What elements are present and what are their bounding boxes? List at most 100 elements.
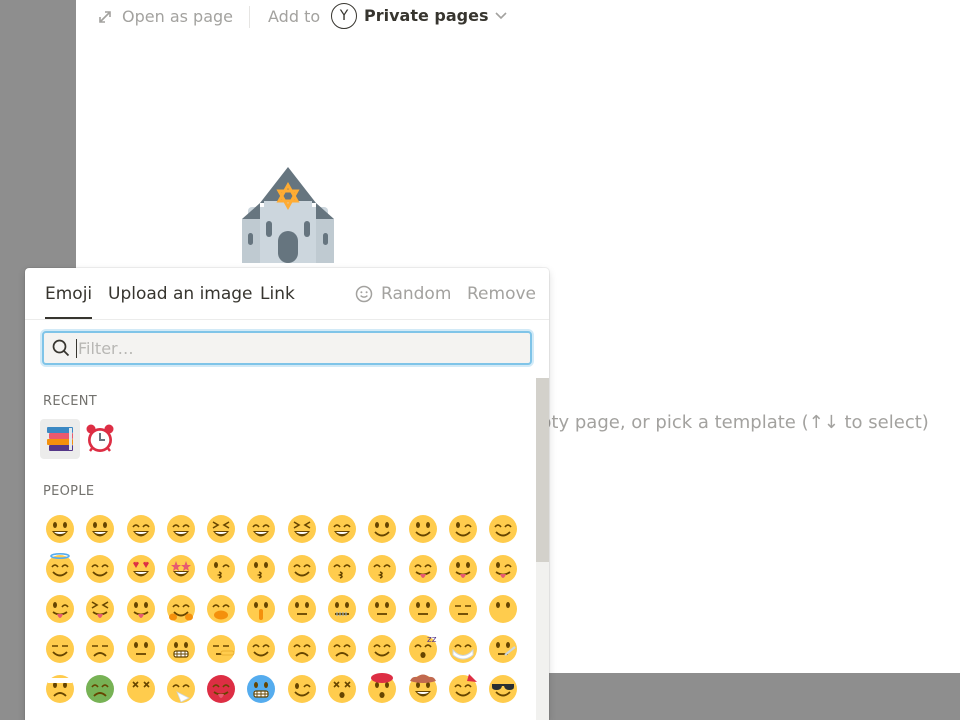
sneezing-icon bbox=[166, 675, 195, 703]
emoji-relieved[interactable] bbox=[241, 629, 281, 669]
emoji-woozy[interactable] bbox=[282, 669, 322, 709]
emoji-money-mouth[interactable] bbox=[121, 589, 161, 629]
emoji-cold[interactable] bbox=[241, 669, 281, 709]
emoji-grinning[interactable] bbox=[40, 509, 80, 549]
rolling-eyes-icon bbox=[126, 635, 155, 663]
nauseated-icon bbox=[86, 675, 115, 703]
sleepy-icon bbox=[328, 635, 357, 663]
emoji-sunglasses[interactable] bbox=[483, 669, 523, 709]
emoji-sleeping[interactable]: zz bbox=[403, 629, 443, 669]
emoji-pensive[interactable] bbox=[282, 629, 322, 669]
no-mouth-icon bbox=[489, 595, 518, 623]
emoji-kissing-smiling-eyes[interactable] bbox=[362, 549, 402, 589]
emoji-smiley[interactable] bbox=[80, 509, 120, 549]
tab-link[interactable]: Link bbox=[260, 284, 295, 304]
emoji-thermometer[interactable] bbox=[483, 629, 523, 669]
relieved-icon bbox=[247, 635, 276, 663]
emoji-rolling-eyes[interactable] bbox=[121, 629, 161, 669]
emoji-sleepy[interactable] bbox=[322, 629, 362, 669]
emoji-cowboy[interactable] bbox=[403, 669, 443, 709]
svg-text:zz: zz bbox=[427, 635, 437, 645]
kissing-heart-icon bbox=[207, 555, 236, 583]
emoji-joy[interactable] bbox=[322, 509, 362, 549]
emoji-kissing-heart[interactable] bbox=[201, 549, 241, 589]
emoji-rofl[interactable] bbox=[282, 509, 322, 549]
emoji-smile[interactable] bbox=[121, 509, 161, 549]
emoji-innocent[interactable] bbox=[40, 549, 80, 589]
emoji-head-bandage[interactable] bbox=[40, 669, 80, 709]
open-as-page-button[interactable]: Open as page bbox=[98, 7, 233, 26]
scrollbar[interactable] bbox=[536, 378, 549, 720]
laughing-icon bbox=[207, 515, 236, 543]
emoji-grin[interactable] bbox=[161, 509, 201, 549]
emoji-kissing-closed-eyes[interactable] bbox=[322, 549, 362, 589]
emoji-heart-eyes[interactable] bbox=[121, 549, 161, 589]
neutral-icon bbox=[408, 595, 437, 623]
recent-section-label: RECENT bbox=[43, 394, 98, 409]
emoji-vomiting[interactable] bbox=[121, 669, 161, 709]
thinking-icon bbox=[287, 595, 316, 623]
emoji-upside-down[interactable] bbox=[403, 509, 443, 549]
emoji-winking-tongue[interactable] bbox=[483, 549, 523, 589]
emoji-sneezing[interactable] bbox=[161, 669, 201, 709]
zany-icon bbox=[46, 595, 74, 623]
grin-icon bbox=[166, 515, 195, 543]
emoji-smiling-hearts[interactable] bbox=[80, 549, 120, 589]
emoji-blush[interactable] bbox=[483, 509, 523, 549]
grinning-icon bbox=[46, 515, 74, 543]
emoji-zipper-mouth[interactable] bbox=[322, 589, 362, 629]
emoji-hot[interactable] bbox=[201, 669, 241, 709]
emoji-kissing[interactable] bbox=[241, 549, 281, 589]
cold-icon bbox=[247, 675, 276, 703]
emoji-nauseated[interactable] bbox=[80, 669, 120, 709]
hand-over-mouth-icon bbox=[207, 595, 236, 623]
emoji-expressionless[interactable] bbox=[443, 589, 483, 629]
emoji-raised-eyebrow[interactable] bbox=[362, 589, 402, 629]
scrollbar-thumb[interactable] bbox=[536, 378, 549, 562]
random-button[interactable]: Random bbox=[355, 284, 451, 304]
emoji-zany[interactable] bbox=[40, 589, 80, 629]
tab-emoji[interactable]: Emoji bbox=[45, 284, 93, 319]
emoji-no-mouth[interactable] bbox=[483, 589, 523, 629]
emoji-partying[interactable] bbox=[443, 669, 483, 709]
hot-icon bbox=[207, 675, 236, 703]
emoji-hugging[interactable] bbox=[161, 589, 201, 629]
relaxed-icon bbox=[287, 555, 316, 583]
emoji-exploding-head[interactable] bbox=[362, 669, 402, 709]
recent-emoji-books[interactable] bbox=[40, 419, 80, 459]
emoji-star-struck[interactable] bbox=[161, 549, 201, 589]
emoji-thinking[interactable] bbox=[282, 589, 322, 629]
upside-down-icon bbox=[408, 515, 437, 543]
smiley-icon bbox=[86, 515, 115, 543]
emoji-shushing[interactable] bbox=[241, 589, 281, 629]
emoji-slightly-smiling[interactable] bbox=[362, 509, 402, 549]
sweat-smile-icon bbox=[247, 515, 276, 543]
chevron-down-icon bbox=[495, 11, 508, 19]
smirk-icon bbox=[46, 635, 74, 663]
emoji-relaxed[interactable] bbox=[282, 549, 322, 589]
filter-input[interactable] bbox=[76, 338, 508, 358]
emoji-laughing[interactable] bbox=[201, 509, 241, 549]
emoji-neutral[interactable] bbox=[403, 589, 443, 629]
synagogue-icon[interactable] bbox=[240, 163, 336, 265]
emoji-wink[interactable] bbox=[443, 509, 483, 549]
open-as-page-label: Open as page bbox=[122, 7, 234, 26]
emoji-dizzy[interactable] bbox=[322, 669, 362, 709]
workspace-selector[interactable]: Private pages bbox=[364, 6, 508, 25]
emoji-unamused[interactable] bbox=[80, 629, 120, 669]
remove-button[interactable]: Remove bbox=[467, 284, 536, 304]
emoji-yum[interactable] bbox=[403, 549, 443, 589]
emoji-squinting-tongue[interactable] bbox=[80, 589, 120, 629]
recent-emoji-alarm-clock[interactable] bbox=[80, 419, 120, 459]
emoji-tongue[interactable] bbox=[443, 549, 483, 589]
tab-upload-image[interactable]: Upload an image bbox=[108, 284, 253, 304]
emoji-hand-over-mouth[interactable] bbox=[201, 589, 241, 629]
emoji-mask[interactable] bbox=[443, 629, 483, 669]
emoji-grimacing[interactable] bbox=[161, 629, 201, 669]
emoji-lying[interactable] bbox=[201, 629, 241, 669]
avatar[interactable]: Y bbox=[331, 3, 357, 29]
filter-field[interactable] bbox=[42, 331, 532, 365]
emoji-drooling[interactable] bbox=[362, 629, 402, 669]
emoji-smirk[interactable] bbox=[40, 629, 80, 669]
emoji-sweat-smile[interactable] bbox=[241, 509, 281, 549]
